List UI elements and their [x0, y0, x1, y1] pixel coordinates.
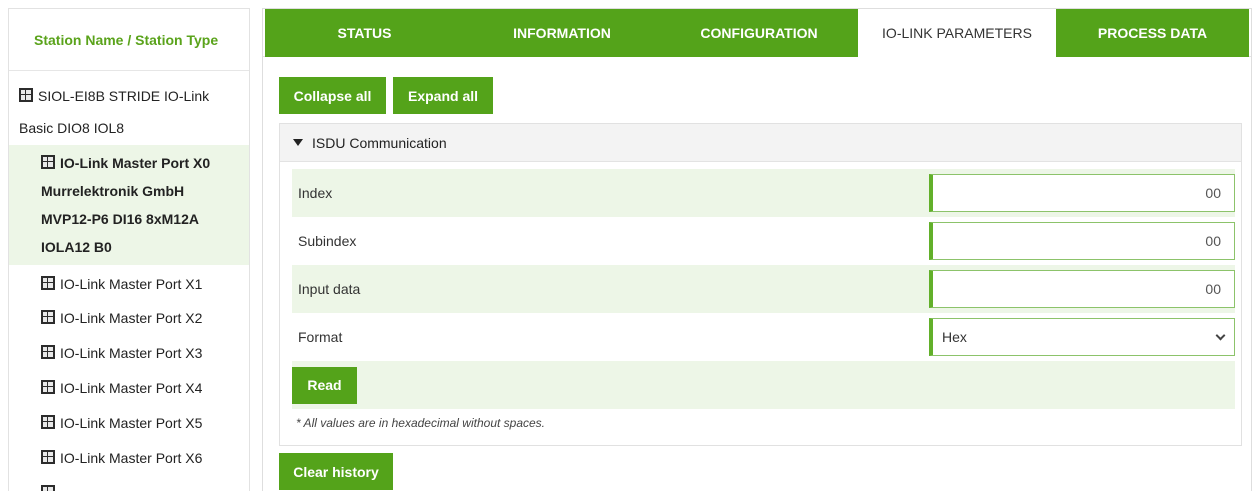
tab-process-data[interactable]: PROCESS DATA: [1056, 9, 1249, 57]
tab-configuration[interactable]: CONFIGURATION: [660, 9, 858, 57]
read-row: Read: [292, 361, 1235, 409]
sidebar-header: Station Name / Station Type: [9, 9, 249, 71]
station-tree: SIOL-EI8B STRIDE IO-Link Basic DIO8 IOL8…: [9, 71, 249, 491]
port-label: IO-Link Master Port X6: [60, 450, 203, 466]
input-data-label: Input data: [298, 281, 361, 297]
tree-toolbar: Collapse all Expand all: [279, 77, 493, 114]
index-input[interactable]: [929, 174, 1235, 212]
input-data-input[interactable]: [929, 270, 1235, 308]
index-row: Index: [292, 169, 1235, 217]
tab-bar: STATUS INFORMATION CONFIGURATION IO-LINK…: [263, 9, 1251, 57]
sidebar-header-label: Station Name / Station Type: [34, 31, 219, 48]
device-icon: [41, 485, 55, 491]
port-label: IO-Link Master Port X1: [60, 276, 203, 292]
isdu-section-title: ISDU Communication: [312, 134, 447, 151]
tree-node-port-x4[interactable]: IO-Link Master Port X4: [9, 371, 249, 406]
index-label: Index: [298, 185, 333, 201]
subindex-label: Subindex: [298, 233, 357, 249]
hex-format-note: * All values are in hexadecimal without …: [296, 416, 546, 430]
device-icon: [41, 345, 55, 359]
tree-node-port-x3[interactable]: IO-Link Master Port X3: [9, 336, 249, 371]
caret-down-icon: [293, 139, 303, 146]
tab-io-link-parameters[interactable]: IO-LINK PARAMETERS: [858, 9, 1056, 57]
clear-history-button[interactable]: Clear history: [279, 453, 393, 490]
device-icon: [41, 310, 55, 324]
chevron-down-icon: [1215, 330, 1226, 340]
input-data-row: Input data: [292, 265, 1235, 313]
port-x0-device: MVP12-P6 DI16 8xM12A: [41, 211, 199, 227]
format-select[interactable]: Hex: [929, 318, 1235, 356]
tree-node-port-x2[interactable]: IO-Link Master Port X2: [9, 301, 249, 336]
port-label: IO-Link Master Port X4: [60, 380, 203, 396]
tab-information[interactable]: INFORMATION: [464, 9, 660, 57]
port-detail-panel: STATUS INFORMATION CONFIGURATION IO-LINK…: [262, 8, 1252, 491]
isdu-communication-section: ISDU Communication Index Subindex Input …: [279, 123, 1242, 446]
format-row: Format Hex: [292, 313, 1235, 361]
tree-node-port-x0[interactable]: IO-Link Master Port X0 Murrelektronik Gm…: [9, 145, 249, 265]
isdu-form: Index Subindex Input data Format Hex Rea…: [292, 169, 1235, 409]
tree-node-port-x7[interactable]: [9, 476, 249, 491]
device-icon: [19, 88, 33, 102]
format-label: Format: [298, 329, 343, 345]
station-tree-panel: Station Name / Station Type SIOL-EI8B ST…: [8, 8, 250, 491]
device-icon: [41, 450, 55, 464]
tree-node-port-x6[interactable]: IO-Link Master Port X6: [9, 441, 249, 476]
subindex-input[interactable]: [929, 222, 1235, 260]
port-label: IO-Link Master Port X5: [60, 415, 203, 431]
tab-status[interactable]: STATUS: [265, 9, 464, 57]
port-x0-device-variant: IOLA12 B0: [41, 239, 112, 255]
port-x0-vendor: Murrelektronik GmbH: [41, 183, 185, 199]
subindex-row: Subindex: [292, 217, 1235, 265]
port-label: IO-Link Master Port X2: [60, 310, 203, 326]
station-name: SIOL-EI8B STRIDE IO-Link: [38, 88, 210, 104]
read-button[interactable]: Read: [292, 366, 357, 404]
isdu-section-header[interactable]: ISDU Communication: [280, 124, 1241, 162]
device-icon: [41, 155, 55, 169]
station-type: Basic DIO8 IOL8: [19, 120, 125, 136]
expand-all-button[interactable]: Expand all: [393, 77, 493, 114]
port-x0-label: IO-Link Master Port X0: [60, 155, 211, 171]
device-icon: [41, 380, 55, 394]
device-icon: [41, 276, 55, 290]
tree-node-port-x5[interactable]: IO-Link Master Port X5: [9, 406, 249, 441]
format-selected-value: Hex: [942, 329, 967, 345]
tree-node-station[interactable]: SIOL-EI8B STRIDE IO-Link Basic DIO8 IOL8: [9, 79, 249, 143]
tree-node-port-x1[interactable]: IO-Link Master Port X1: [9, 267, 249, 301]
port-label: IO-Link Master Port X3: [60, 345, 203, 361]
device-icon: [41, 415, 55, 429]
collapse-all-button[interactable]: Collapse all: [279, 77, 386, 114]
